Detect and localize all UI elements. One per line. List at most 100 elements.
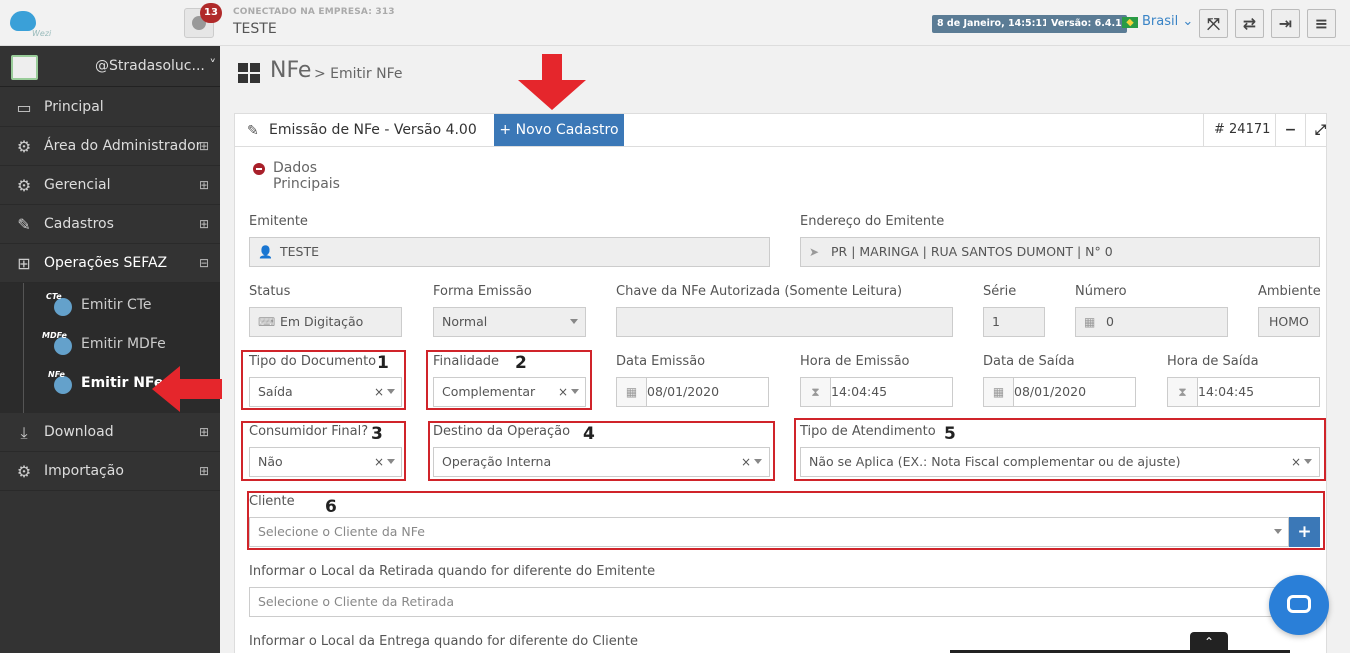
sidebar-item-importacao[interactable]: ⚙ Importação ⊞ xyxy=(0,452,220,491)
sidebar: @Stradasoluc... ˅ ▭ Principal ⚙ Área do … xyxy=(0,46,220,653)
edit-icon: ✎ xyxy=(247,123,259,139)
user-icon: 👤 xyxy=(258,245,273,259)
nfe-panel: ✎ Emissão de NFe - Versão 4.00 + Novo Ca… xyxy=(234,113,1327,653)
forma-emissao-label: Forma Emissão xyxy=(433,284,532,299)
ambiente-label: Ambiente xyxy=(1258,284,1321,299)
annotation-number-2: 2 xyxy=(515,353,527,373)
brazil-flag-icon xyxy=(1122,17,1138,28)
section-label: Dados Principais xyxy=(273,160,340,192)
record-id: # 24171 xyxy=(1203,114,1280,146)
sidebar-item-emitir-mdfe[interactable]: MDFe Emitir MDFe xyxy=(42,325,220,364)
sidebar-item-label: Gerencial xyxy=(44,177,111,193)
data-saida-label: Data de Saída xyxy=(983,354,1075,369)
sidebar-item-emitir-cte[interactable]: CTe Emitir CTe xyxy=(44,286,220,325)
forma-emissao-select[interactable]: Normal xyxy=(433,307,586,337)
refresh-icon: ⇄ xyxy=(1242,14,1257,33)
chevron-down-icon xyxy=(570,319,578,324)
main-content: NFe > Emitir NFe ✎ Emissão de NFe - Vers… xyxy=(220,46,1350,653)
logo-text: Wezi xyxy=(32,29,52,38)
breadcrumb: > Emitir NFe xyxy=(314,66,403,82)
page-title: NFe xyxy=(270,58,312,83)
date-badge: 8 de Janeiro, 14:5:11 xyxy=(932,15,1054,33)
expand-icon: ⊞ xyxy=(199,217,210,231)
mdfe-document-icon: MDFe xyxy=(42,331,78,357)
version-badge: Versão: 6.4.1 xyxy=(1046,15,1127,33)
user-profile[interactable]: @Stradasoluc... ˅ xyxy=(0,46,220,87)
keyboard-icon: ⌨ xyxy=(258,315,276,329)
sidebar-item-cadastros[interactable]: ✎ Cadastros ⊞ xyxy=(0,205,220,244)
sidebar-item-administrador[interactable]: ⚙ Área do Administrador ⊞ xyxy=(0,127,220,166)
annotation-number-4: 4 xyxy=(583,424,595,444)
annotation-number-5: 5 xyxy=(944,424,956,444)
status-value: Em Digitação xyxy=(280,314,364,329)
icon-tag: CTe xyxy=(46,292,62,301)
new-record-button[interactable]: + Novo Cadastro xyxy=(494,114,624,146)
hora-emissao-field[interactable]: ⧗ 14:04:45 xyxy=(800,377,953,407)
expand-icon: ⊞ xyxy=(199,464,210,478)
expand-icon: ⊞ xyxy=(199,178,210,192)
status-label: Status xyxy=(249,284,291,299)
chat-icon xyxy=(1287,595,1311,613)
expand-icon: ⊞ xyxy=(199,425,210,439)
hourglass-icon: ⧗ xyxy=(801,378,831,406)
logout-button[interactable]: ⇥ xyxy=(1271,9,1300,38)
fullscreen-button[interactable]: ⤧ xyxy=(1199,9,1228,38)
windows-icon xyxy=(238,63,260,83)
sidebar-item-operacoes-sefaz[interactable]: ⊞ Operações SEFAZ ⊟ xyxy=(0,244,220,283)
app-logo[interactable]: Wezi xyxy=(10,7,51,39)
annotation-arrow-left-icon xyxy=(152,366,222,412)
top-bar: Wezi 13 CONECTADO NA EMPRESA: 313 TESTE … xyxy=(0,0,1350,46)
retirada-label: Informar o Local da Retirada quando for … xyxy=(249,564,656,579)
annotation-number-6: 6 xyxy=(325,497,337,517)
avatar xyxy=(11,55,38,80)
status-field: ⌨ Em Digitação xyxy=(249,307,402,337)
sidebar-item-label: Importação xyxy=(44,463,124,479)
annotation-box-5 xyxy=(794,418,1326,481)
annotation-number-1: 1 xyxy=(377,353,389,373)
emitente-value: TESTE xyxy=(280,244,320,259)
gears-icon: ⚙ xyxy=(16,462,32,481)
edit-icon: ✎ xyxy=(17,215,31,234)
data-emissao-field[interactable]: ▦ 08/01/2020 xyxy=(616,377,769,407)
menu-button[interactable]: ≡ xyxy=(1307,9,1336,38)
refresh-button[interactable]: ⇄ xyxy=(1235,9,1264,38)
forma-emissao-value: Normal xyxy=(442,314,488,329)
notification-count-badge: 13 xyxy=(200,3,222,23)
scroll-up-button[interactable]: ⌃ xyxy=(1190,632,1228,653)
annotation-arrow-down-icon xyxy=(518,54,586,110)
annotation-box-2 xyxy=(426,350,592,410)
minimize-button[interactable]: − xyxy=(1275,114,1305,146)
collapse-icon: ⊟ xyxy=(199,256,210,270)
icon-tag: MDFe xyxy=(42,331,67,340)
sidebar-item-download[interactable]: ⤓ Download ⊞ xyxy=(0,413,220,452)
sidebar-item-principal[interactable]: ▭ Principal xyxy=(0,88,220,127)
barcode-icon: ▦ xyxy=(1084,315,1096,329)
endereco-label: Endereço do Emitente xyxy=(800,214,945,229)
sidebar-item-gerencial[interactable]: ⚙ Gerencial ⊞ xyxy=(0,166,220,205)
sidebar-item-label: Principal xyxy=(44,99,104,115)
ambiente-field: HOMO xyxy=(1258,307,1320,337)
data-saida-field[interactable]: ▦ 08/01/2020 xyxy=(983,377,1136,407)
numero-value: 0 xyxy=(1106,314,1114,329)
retirada-select[interactable]: Selecione o Cliente da Retirada xyxy=(249,587,1289,617)
profile-name: @Stradasoluc... ˅ xyxy=(95,58,217,74)
hora-saida-label: Hora de Saída xyxy=(1167,354,1259,369)
country-selector[interactable]: Brasil ⌄ xyxy=(1142,14,1193,29)
submenu-line xyxy=(23,283,24,413)
menu-icon: ≡ xyxy=(1314,14,1329,33)
icon-tag: NFe xyxy=(48,370,65,379)
serie-label: Série xyxy=(983,284,1017,299)
annotation-box-4 xyxy=(428,421,775,481)
notifications-button[interactable]: 13 xyxy=(184,3,222,38)
company-name: TESTE xyxy=(233,21,277,37)
chat-button[interactable] xyxy=(1269,575,1329,635)
data-emissao-value: 08/01/2020 xyxy=(647,384,720,399)
retirada-placeholder: Selecione o Cliente da Retirada xyxy=(258,594,454,609)
download-icon: ⤓ xyxy=(20,423,28,442)
serie-field: 1 xyxy=(983,307,1045,337)
fullscreen-panel-button[interactable]: ⤢ xyxy=(1305,114,1335,146)
sidebar-item-label: Emitir CTe xyxy=(81,297,152,313)
hora-emissao-label: Hora de Emissão xyxy=(800,354,910,369)
data-saida-value: 08/01/2020 xyxy=(1014,384,1087,399)
hora-saida-field[interactable]: ⧗ 14:04:45 xyxy=(1167,377,1320,407)
